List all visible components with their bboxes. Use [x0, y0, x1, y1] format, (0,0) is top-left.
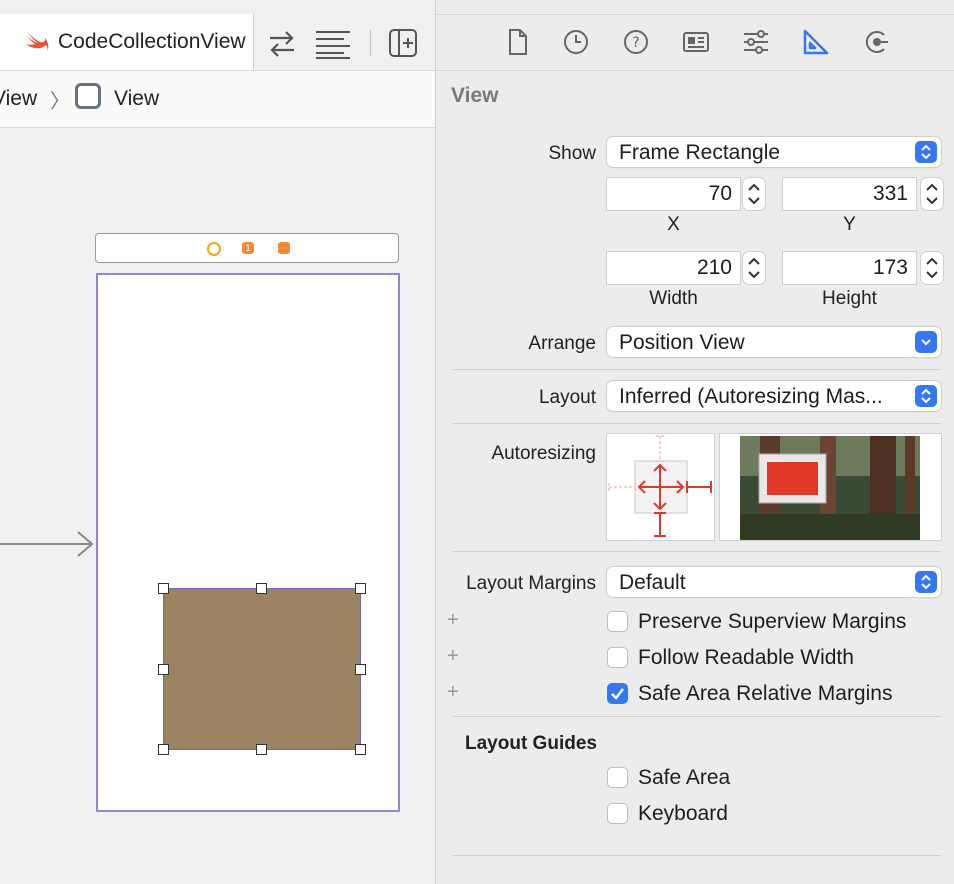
identity-icon[interactable] — [681, 27, 711, 57]
add-variation-icon[interactable]: + — [447, 681, 459, 704]
breadcrumb-chevron-icon: 〉 — [50, 91, 70, 113]
add-variation-icon[interactable]: + — [447, 609, 459, 632]
height-label: Height — [822, 288, 877, 309]
view-icon — [75, 83, 101, 109]
autoresizing-preview — [720, 434, 941, 540]
divider — [453, 855, 941, 856]
divider — [453, 716, 941, 717]
x-field[interactable]: 70 — [607, 178, 740, 210]
resize-handle-left[interactable] — [158, 664, 169, 675]
width-stepper[interactable] — [743, 252, 765, 284]
autoresizing-springs-icon[interactable] — [607, 434, 714, 540]
arrange-popup[interactable]: Position View — [607, 327, 941, 357]
y-value: 331 — [872, 182, 908, 205]
height-stepper[interactable] — [921, 252, 943, 284]
show-label: Show — [548, 143, 596, 164]
exit-icon[interactable] — [278, 242, 290, 254]
safe-area-relative-margins-checkbox[interactable] — [607, 683, 628, 704]
show-value: Frame Rectangle — [619, 141, 781, 164]
svg-text:?: ? — [632, 35, 639, 51]
history-icon[interactable] — [561, 27, 591, 57]
view-controller-icon[interactable] — [207, 242, 221, 256]
autoresizing-mask-editor[interactable] — [607, 434, 714, 540]
layout-margins-popup[interactable]: Default — [607, 567, 941, 597]
file-icon[interactable] — [503, 27, 533, 57]
connections-icon[interactable] — [861, 27, 891, 57]
x-stepper[interactable] — [743, 178, 765, 210]
arrange-value: Position View — [619, 331, 745, 354]
divider — [453, 369, 941, 370]
popup-chevron-icon — [915, 141, 937, 163]
swap-arrows-icon[interactable] — [266, 28, 298, 60]
layout-value: Inferred (Autoresizing Mas... — [619, 385, 883, 408]
layout-label: Layout — [538, 387, 596, 408]
add-editor-icon[interactable] — [388, 28, 420, 60]
divider — [453, 551, 941, 552]
layout-guides-title: Layout Guides — [465, 733, 597, 754]
inspector-tab-bar: ? — [436, 15, 954, 71]
layout-margins-label: Layout Margins — [466, 573, 596, 594]
popup-chevron-icon — [915, 571, 937, 593]
jump-bar: View 〉 View — [0, 71, 435, 128]
preserve-superview-margins-label: Preserve Superview Margins — [638, 610, 907, 633]
tab-title: CodeCollectionView — [58, 30, 246, 53]
section-title: View — [451, 84, 499, 107]
first-responder-icon[interactable]: 1 — [242, 242, 254, 254]
safe-area-label: Safe Area — [638, 766, 731, 789]
width-value: 210 — [696, 256, 732, 279]
inspector-top-strip — [436, 0, 954, 15]
y-label: Y — [843, 214, 856, 235]
show-popup[interactable]: Frame Rectangle — [607, 137, 941, 167]
layout-margins-value: Default — [619, 571, 686, 594]
editor-tab[interactable]: CodeCollectionView — [0, 14, 253, 70]
follow-readable-width-checkbox[interactable] — [607, 647, 628, 668]
y-field[interactable]: 331 — [783, 178, 916, 210]
layout-popup[interactable]: Inferred (Autoresizing Mas... — [607, 381, 941, 411]
checkmark-icon — [611, 688, 624, 700]
toolbar-divider — [370, 30, 371, 56]
interface-builder-canvas[interactable]: CodeCollectionView View 〉 View 1 — [0, 0, 435, 884]
popup-chevron-icon — [915, 385, 937, 407]
safe-area-checkbox[interactable] — [607, 767, 628, 788]
divider — [453, 423, 941, 424]
keyboard-checkbox[interactable] — [607, 803, 628, 824]
attributes-icon[interactable] — [741, 27, 771, 57]
resize-handle-bottom-right[interactable] — [355, 744, 366, 755]
selected-subview[interactable] — [163, 588, 361, 750]
arrange-label: Arrange — [528, 333, 596, 354]
resize-handle-top[interactable] — [256, 583, 267, 594]
scene-dock[interactable]: 1 — [95, 233, 399, 263]
lines-icon[interactable] — [314, 28, 354, 60]
width-field[interactable]: 210 — [607, 252, 740, 284]
size-icon[interactable] — [801, 27, 831, 57]
size-inspector: ? View Show Frame Rectangle 70 X 331 Y 2… — [435, 0, 954, 884]
editor-tab-bar: CodeCollectionView — [0, 0, 435, 71]
keyboard-label: Keyboard — [638, 802, 728, 825]
resize-handle-bottom-left[interactable] — [158, 744, 169, 755]
breadcrumb-current[interactable]: View — [114, 87, 159, 111]
resize-handle-top-right[interactable] — [355, 583, 366, 594]
preserve-superview-margins-checkbox[interactable] — [607, 611, 628, 632]
forest-preview-icon — [740, 436, 920, 540]
resize-handle-right[interactable] — [355, 664, 366, 675]
height-value: 173 — [872, 256, 908, 279]
safe-area-relative-margins-label: Safe Area Relative Margins — [638, 682, 893, 705]
autoresizing-label: Autoresizing — [491, 443, 596, 464]
follow-readable-width-label: Follow Readable Width — [638, 646, 854, 669]
help-icon[interactable]: ? — [621, 27, 651, 57]
x-label: X — [667, 214, 680, 235]
entry-point-arrow-icon[interactable] — [0, 528, 100, 560]
breadcrumb-parent[interactable]: View — [0, 87, 37, 111]
width-label: Width — [649, 288, 698, 309]
scene-badge: 1 — [245, 243, 251, 253]
resize-handle-bottom[interactable] — [256, 744, 267, 755]
popup-chevron-down-icon — [915, 331, 937, 353]
y-stepper[interactable] — [921, 178, 943, 210]
add-variation-icon[interactable]: + — [447, 645, 459, 668]
x-value: 70 — [708, 182, 732, 205]
height-field[interactable]: 173 — [783, 252, 916, 284]
swift-icon — [26, 32, 49, 52]
resize-handle-top-left[interactable] — [158, 583, 169, 594]
